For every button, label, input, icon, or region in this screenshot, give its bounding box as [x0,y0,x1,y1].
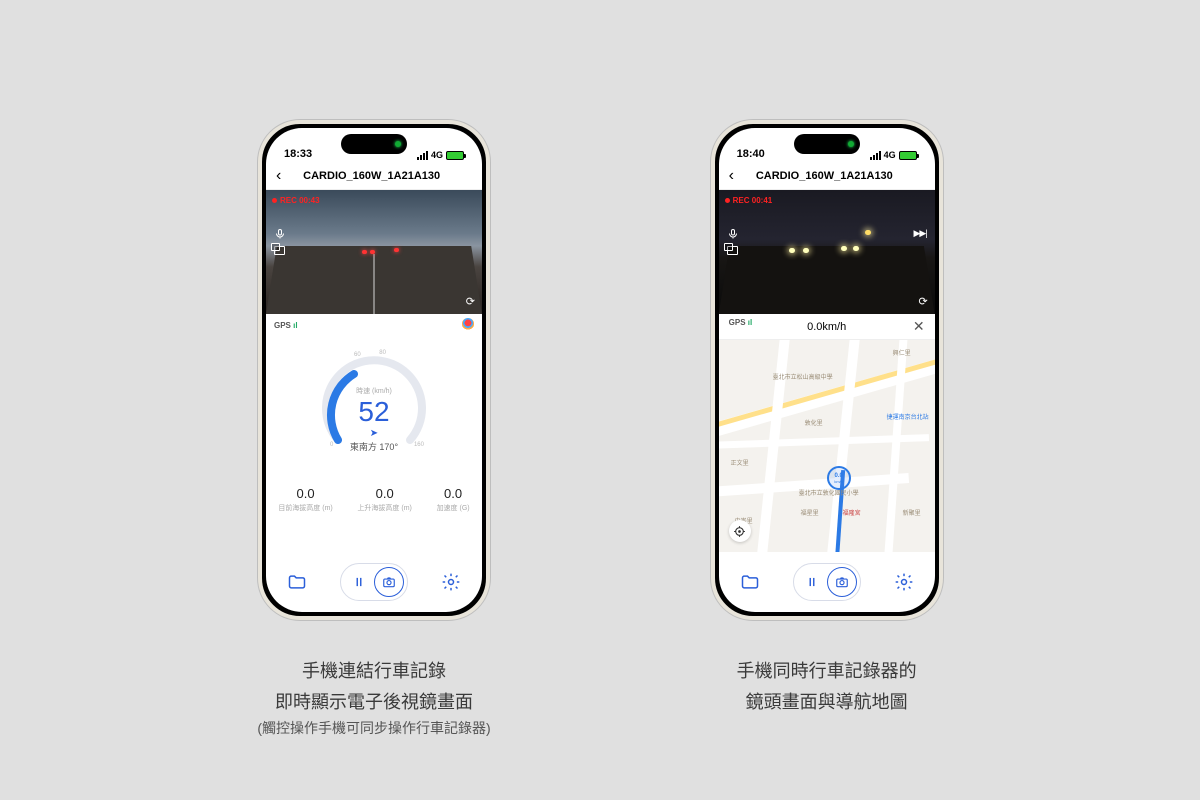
pause-button[interactable] [344,567,374,597]
rotate-icon[interactable]: ⟳ [466,295,474,308]
map-label: 臺北市立敦化國民小學 [799,488,859,497]
live-video-feed[interactable]: REC 00:43 ⟳ [266,190,482,314]
pip-icon[interactable] [274,246,285,255]
map-label: 臺北市立松山高級中學 [773,372,833,381]
caption-left: 手機連結行車記錄 即時顯示電子後視鏡畫面 (觸控操作手機可同步操作行車記錄器) [257,656,490,741]
map-label: 興仁里 [893,348,911,357]
dynamic-island [794,134,860,154]
live-video-feed[interactable]: REC 00:41 ▶▶| ⟳ [719,190,935,314]
battery-icon [446,151,464,160]
back-button[interactable]: ‹ [276,167,281,185]
map-view[interactable]: 0.0 km/h 興仁里 臺北市立松山高級中學 敦化里 捷運南京台北站 中崙里 … [719,340,935,552]
pip-icon[interactable] [727,246,738,255]
readout-altitude: 0.0 目前海拔高度 (m) [278,486,332,513]
close-button[interactable]: ✕ [913,318,925,335]
caption-right: 手機同時行車記錄器的 鏡頭畫面與導航地圖 [737,656,917,717]
map-label: 福隆宮 [843,508,861,517]
phone-right: 18:40 4G ‹ CARDIO_160W_1A21A130 REC 00:4… [711,120,943,620]
battery-icon [899,151,917,160]
mic-icon[interactable] [274,228,286,243]
pause-button[interactable] [797,567,827,597]
gauge-value: 52 [314,396,434,428]
signal-icon [870,151,881,160]
settings-button[interactable] [438,569,464,595]
readouts: 0.0 目前海拔高度 (m) 0.0 上升海拔高度 (m) 0.0 加速度 (G… [266,486,482,513]
recenter-button[interactable] [729,520,751,542]
signal-icon [417,151,428,160]
capture-button[interactable] [374,567,404,597]
status-network: 4G [884,150,896,160]
map-header: 0.0km/h ✕ [719,314,935,340]
titlebar: ‹ CARDIO_160W_1A21A130 [719,162,935,190]
gps-label: GPS [274,321,291,330]
map-speed: 0.0km/h [807,321,846,333]
map-label: 捷運南京台北站 [887,412,929,421]
dynamic-island [341,134,407,154]
speed-gauge: 時速 (km/h) 52 ➤ 東南方 170° 0 160 60 80 [314,350,434,470]
bottom-toolbar [266,552,482,612]
map-label: 正文里 [731,458,749,467]
rotate-icon[interactable]: ⟳ [918,295,926,308]
device-title: CARDIO_160W_1A21A130 [742,170,907,182]
heading-arrow-icon: ➤ [314,428,434,439]
phone-left: 18:33 4G ‹ CARDIO_160W_1A21A130 REC 00:4… [258,120,490,620]
folder-button[interactable] [284,569,310,595]
settings-button[interactable] [891,569,917,595]
rec-indicator: REC 00:43 [272,196,320,205]
gauge-panel: 時速 (km/h) 52 ➤ 東南方 170° 0 160 60 80 0.0 … [266,336,482,552]
gps-bar: GPS ıl [266,314,482,336]
status-network: 4G [431,150,443,160]
readout-ascent: 0.0 上升海拔高度 (m) [357,486,411,513]
skip-icon[interactable]: ▶▶| [913,228,926,239]
map-pin-icon[interactable] [462,318,474,332]
map-label: 福星里 [801,508,819,517]
titlebar: ‹ CARDIO_160W_1A21A130 [266,162,482,190]
readout-gforce: 0.0 加速度 (G) [437,486,470,513]
bottom-toolbar [719,552,935,612]
mic-icon[interactable] [727,228,739,243]
rec-indicator: REC 00:41 [725,196,773,205]
device-title: CARDIO_160W_1A21A130 [289,170,454,182]
map-label: 敦化里 [805,418,823,427]
folder-button[interactable] [737,569,763,595]
back-button[interactable]: ‹ [729,167,734,185]
gauge-unit-label: 時速 (km/h) [314,386,434,396]
status-time: 18:33 [284,148,312,160]
current-location-marker: 0.0 km/h [827,466,851,490]
capture-button[interactable] [827,567,857,597]
status-time: 18:40 [737,148,765,160]
map-label: 新聚里 [903,508,921,517]
